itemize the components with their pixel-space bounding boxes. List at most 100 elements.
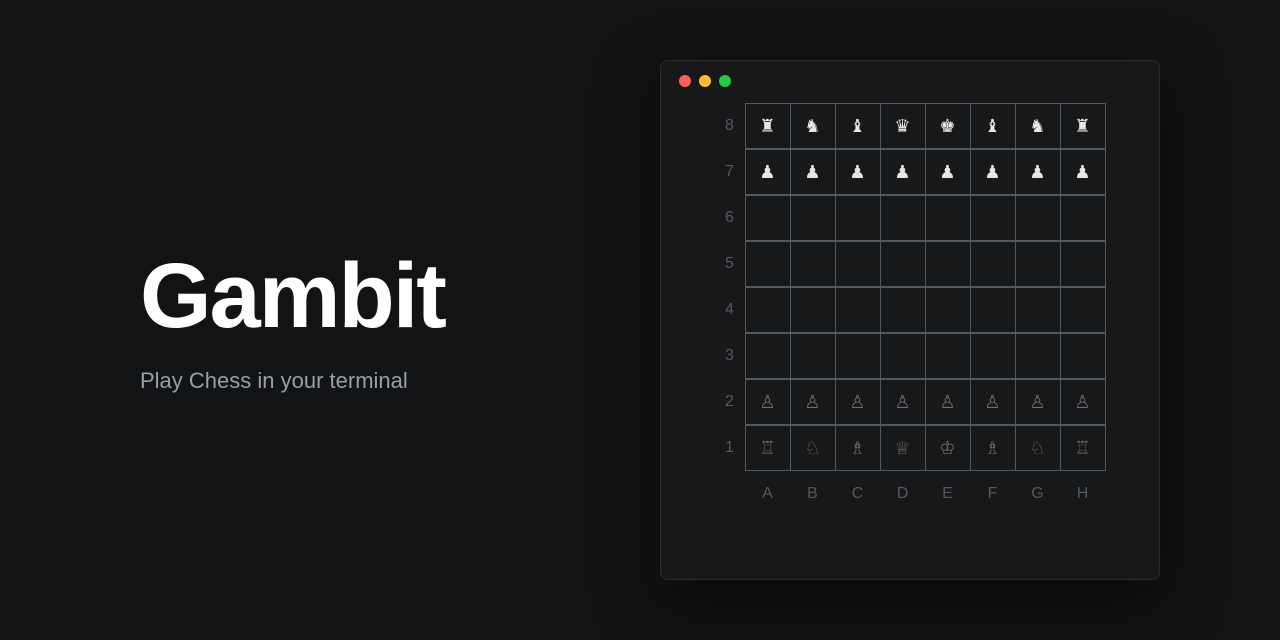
board-square[interactable]: [970, 242, 1015, 287]
board-square[interactable]: ♙: [745, 380, 790, 425]
board-square[interactable]: [745, 196, 790, 241]
zoom-icon[interactable]: [719, 75, 731, 87]
board-square[interactable]: ♟: [1060, 150, 1105, 195]
close-icon[interactable]: [679, 75, 691, 87]
chess-piece-icon[interactable]: ♜: [1074, 116, 1090, 136]
board-square[interactable]: [835, 334, 880, 379]
board-square[interactable]: [880, 334, 925, 379]
chess-piece-icon[interactable]: ♟: [1074, 162, 1090, 182]
chess-piece-icon[interactable]: ♙: [939, 392, 955, 412]
board-square[interactable]: ♚: [925, 104, 970, 149]
board-square[interactable]: [790, 196, 835, 241]
chess-piece-icon[interactable]: ♜: [759, 116, 775, 136]
chess-piece-icon[interactable]: ♙: [1074, 392, 1090, 412]
board-square[interactable]: ♙: [1060, 380, 1105, 425]
board-square[interactable]: ♙: [925, 380, 970, 425]
board-square[interactable]: ♘: [790, 426, 835, 471]
board-square[interactable]: [1015, 334, 1060, 379]
chess-piece-icon[interactable]: ♙: [804, 392, 820, 412]
board-square[interactable]: ♟: [925, 150, 970, 195]
board-square[interactable]: [970, 288, 1015, 333]
board-square[interactable]: [970, 334, 1015, 379]
chess-piece-icon[interactable]: ♖: [759, 438, 775, 458]
board-square[interactable]: [835, 196, 880, 241]
minimize-icon[interactable]: [699, 75, 711, 87]
board-square[interactable]: ♙: [880, 380, 925, 425]
chess-piece-icon[interactable]: ♝: [849, 116, 865, 136]
board-square[interactable]: [1015, 196, 1060, 241]
board-square[interactable]: [835, 242, 880, 287]
board-square[interactable]: [880, 288, 925, 333]
board-square[interactable]: ♙: [835, 380, 880, 425]
chess-piece-icon[interactable]: ♟: [894, 162, 910, 182]
board-square[interactable]: [925, 288, 970, 333]
board-square[interactable]: ♟: [745, 150, 790, 195]
chess-piece-icon[interactable]: ♗: [849, 438, 865, 458]
board-square[interactable]: [880, 196, 925, 241]
chess-piece-icon[interactable]: ♟: [939, 162, 955, 182]
chess-piece-icon[interactable]: ♟: [759, 162, 775, 182]
chess-piece-icon[interactable]: ♙: [759, 392, 775, 412]
board-square[interactable]: ♙: [790, 380, 835, 425]
board-square[interactable]: [790, 288, 835, 333]
chess-piece-icon[interactable]: ♙: [1029, 392, 1045, 412]
board-square[interactable]: ♗: [970, 426, 1015, 471]
chess-piece-icon[interactable]: ♙: [984, 392, 1000, 412]
board-square[interactable]: ♗: [835, 426, 880, 471]
board-square[interactable]: [745, 242, 790, 287]
board-square[interactable]: [790, 242, 835, 287]
chess-piece-icon[interactable]: ♟: [849, 162, 865, 182]
chess-piece-icon[interactable]: ♔: [939, 438, 955, 458]
chess-piece-icon[interactable]: ♘: [1029, 438, 1045, 458]
board-square[interactable]: ♙: [1015, 380, 1060, 425]
board-square[interactable]: ♟: [835, 150, 880, 195]
board-square[interactable]: ♜: [745, 104, 790, 149]
chess-piece-icon[interactable]: ♟: [1029, 162, 1045, 182]
board-square[interactable]: ♝: [835, 104, 880, 149]
board-square[interactable]: ♕: [880, 426, 925, 471]
board-square[interactable]: [970, 196, 1015, 241]
board-row: 4: [715, 287, 1106, 333]
chess-piece-icon[interactable]: ♙: [849, 392, 865, 412]
chess-piece-icon[interactable]: ♟: [804, 162, 820, 182]
chess-piece-icon[interactable]: ♖: [1074, 438, 1090, 458]
chess-piece-icon[interactable]: ♞: [1029, 116, 1045, 136]
chess-piece-icon[interactable]: ♚: [939, 116, 955, 136]
board-square[interactable]: [1060, 334, 1105, 379]
board-square[interactable]: [1060, 288, 1105, 333]
board-square[interactable]: [925, 196, 970, 241]
board-square[interactable]: ♔: [925, 426, 970, 471]
board-square[interactable]: ♖: [745, 426, 790, 471]
chess-piece-icon[interactable]: ♕: [894, 438, 910, 458]
chess-piece-icon[interactable]: ♙: [894, 392, 910, 412]
board-square[interactable]: ♖: [1060, 426, 1105, 471]
chess-piece-icon[interactable]: ♟: [984, 162, 1000, 182]
board-square[interactable]: ♟: [880, 150, 925, 195]
board-square[interactable]: [880, 242, 925, 287]
board-square[interactable]: ♟: [1015, 150, 1060, 195]
board-square[interactable]: [790, 334, 835, 379]
board-square[interactable]: ♝: [970, 104, 1015, 149]
board-square[interactable]: ♟: [790, 150, 835, 195]
board-square[interactable]: [1060, 242, 1105, 287]
chess-piece-icon[interactable]: ♗: [984, 438, 1000, 458]
board-square[interactable]: ♟: [970, 150, 1015, 195]
board-square[interactable]: ♘: [1015, 426, 1060, 471]
board-square[interactable]: [835, 288, 880, 333]
chess-piece-icon[interactable]: ♘: [804, 438, 820, 458]
board-square[interactable]: [745, 334, 790, 379]
board-square[interactable]: [1060, 196, 1105, 241]
board-square[interactable]: ♞: [790, 104, 835, 149]
board-square[interactable]: [925, 242, 970, 287]
board-square[interactable]: ♛: [880, 104, 925, 149]
board-square[interactable]: ♞: [1015, 104, 1060, 149]
board-square[interactable]: ♙: [970, 380, 1015, 425]
board-square[interactable]: ♜: [1060, 104, 1105, 149]
chess-piece-icon[interactable]: ♝: [984, 116, 1000, 136]
chess-piece-icon[interactable]: ♞: [804, 116, 820, 136]
board-square[interactable]: [745, 288, 790, 333]
board-square[interactable]: [1015, 288, 1060, 333]
board-square[interactable]: [925, 334, 970, 379]
chess-piece-icon[interactable]: ♛: [894, 116, 910, 136]
board-square[interactable]: [1015, 242, 1060, 287]
